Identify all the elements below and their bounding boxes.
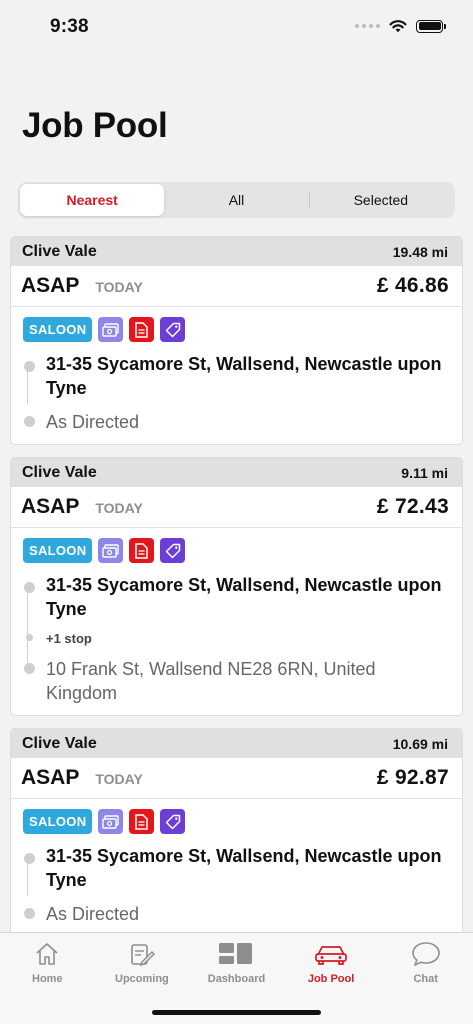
tab-home[interactable]: Home	[0, 933, 95, 1024]
battery-icon	[416, 19, 446, 33]
job-card-header: Clive Vale 10.69 mi	[11, 729, 462, 758]
segment-selected[interactable]: Selected	[308, 184, 453, 216]
job-day: TODAY	[95, 279, 143, 295]
job-price: £ 92.87	[376, 766, 449, 789]
driver-name: Clive Vale	[22, 463, 97, 481]
job-filter-segmented-control: Nearest All Selected	[18, 182, 455, 218]
vehicle-type-badge: SALOON	[23, 317, 93, 342]
pickup-stop: 31-35 Sycamore St, Wallsend, Newcastle u…	[24, 573, 450, 621]
dropoff-address: 10 Frank St, Wallsend NE28 6RN, United K…	[46, 659, 376, 703]
dropoff-stop: As Directed	[24, 410, 450, 434]
cash-payment-icon	[98, 538, 124, 563]
dropoff-stop: As Directed	[24, 902, 450, 926]
route: 31-35 Sycamore St, Wallsend, Newcastle u…	[23, 573, 450, 705]
cellular-signal-icon	[355, 24, 380, 28]
cash-payment-icon	[98, 809, 124, 834]
job-price: £ 46.86	[376, 274, 449, 297]
tab-chat-label: Chat	[413, 973, 438, 985]
job-day: TODAY	[95, 500, 143, 516]
job-card[interactable]: Clive Vale 9.11 mi ASAP TODAY £ 72.43 SA…	[10, 457, 463, 716]
job-tags: SALOON	[23, 809, 450, 834]
status-time: 9:38	[50, 16, 89, 37]
pickup-address: 31-35 Sycamore St, Wallsend, Newcastle u…	[46, 846, 442, 890]
dropoff-address: As Directed	[46, 904, 140, 924]
page-title: Job Pool	[22, 106, 168, 145]
wifi-icon	[389, 20, 407, 33]
segment-all[interactable]: All	[164, 184, 308, 216]
pickup-stop: 31-35 Sycamore St, Wallsend, Newcastle u…	[24, 352, 450, 400]
document-icon	[129, 809, 155, 834]
job-card[interactable]: Clive Vale 19.48 mi ASAP TODAY £ 46.86 S…	[10, 236, 463, 445]
car-icon	[314, 939, 348, 969]
tab-job-pool-label: Job Pool	[307, 973, 355, 985]
cash-payment-icon	[98, 317, 124, 342]
driver-name: Clive Vale	[22, 734, 97, 752]
pickup-dot-icon	[24, 853, 35, 864]
vehicle-type-badge: SALOON	[23, 538, 93, 563]
document-icon	[129, 538, 155, 563]
job-card-header: Clive Vale 19.48 mi	[11, 237, 462, 266]
job-card-header: Clive Vale 9.11 mi	[11, 458, 462, 487]
chat-bubble-icon	[411, 939, 441, 969]
job-day: TODAY	[95, 771, 143, 787]
extra-stop-dot-icon	[26, 634, 33, 641]
pickup-dot-icon	[24, 582, 35, 593]
job-price: £ 72.43	[376, 495, 449, 518]
extra-stop: +1 stop	[26, 629, 450, 649]
document-icon	[129, 317, 155, 342]
route: 31-35 Sycamore St, Wallsend, Newcastle u…	[23, 844, 450, 926]
job-summary-row: ASAP TODAY £ 92.87	[11, 758, 462, 799]
pickup-address: 31-35 Sycamore St, Wallsend, Newcastle u…	[46, 354, 442, 398]
dropoff-dot-icon	[24, 416, 35, 427]
price-tag-icon	[160, 538, 186, 563]
status-icons	[355, 19, 446, 33]
dropoff-address: As Directed	[46, 412, 140, 432]
tab-chat[interactable]: Chat	[378, 933, 473, 1024]
tab-dashboard-label: Dashboard	[207, 973, 266, 985]
home-indicator	[152, 1010, 321, 1015]
job-card[interactable]: Clive Vale 10.69 mi ASAP TODAY £ 92.87 S…	[10, 728, 463, 937]
price-tag-icon	[160, 317, 186, 342]
tab-home-label: Home	[32, 973, 63, 985]
job-list: Clive Vale 19.48 mi ASAP TODAY £ 46.86 S…	[10, 236, 463, 949]
job-summary-row: ASAP TODAY £ 72.43	[11, 487, 462, 528]
pickup-dot-icon	[24, 361, 35, 372]
calendar-edit-icon	[129, 939, 155, 969]
status-bar: 9:38	[0, 0, 473, 54]
job-distance: 9.11 mi	[401, 464, 448, 481]
dropoff-dot-icon	[24, 908, 35, 919]
route: 31-35 Sycamore St, Wallsend, Newcastle u…	[23, 352, 450, 434]
job-timing: ASAP	[21, 495, 80, 518]
job-timing: ASAP	[21, 274, 80, 297]
dropoff-dot-icon	[24, 663, 35, 674]
driver-name: Clive Vale	[22, 242, 97, 260]
price-tag-icon	[160, 809, 186, 834]
dashboard-icon	[218, 939, 254, 969]
job-summary-row: ASAP TODAY £ 46.86	[11, 266, 462, 307]
job-tags: SALOON	[23, 538, 450, 563]
home-icon	[34, 939, 60, 969]
pickup-stop: 31-35 Sycamore St, Wallsend, Newcastle u…	[24, 844, 450, 892]
job-tags: SALOON	[23, 317, 450, 342]
pickup-address: 31-35 Sycamore St, Wallsend, Newcastle u…	[46, 575, 442, 619]
job-timing: ASAP	[21, 766, 80, 789]
job-distance: 19.48 mi	[392, 243, 448, 260]
extra-stop-count: +1 stop	[46, 631, 92, 646]
dropoff-stop: 10 Frank St, Wallsend NE28 6RN, United K…	[24, 657, 450, 705]
job-distance: 10.69 mi	[392, 735, 448, 752]
segment-nearest[interactable]: Nearest	[20, 184, 165, 216]
tab-upcoming-label: Upcoming	[115, 973, 169, 985]
vehicle-type-badge: SALOON	[23, 809, 93, 834]
